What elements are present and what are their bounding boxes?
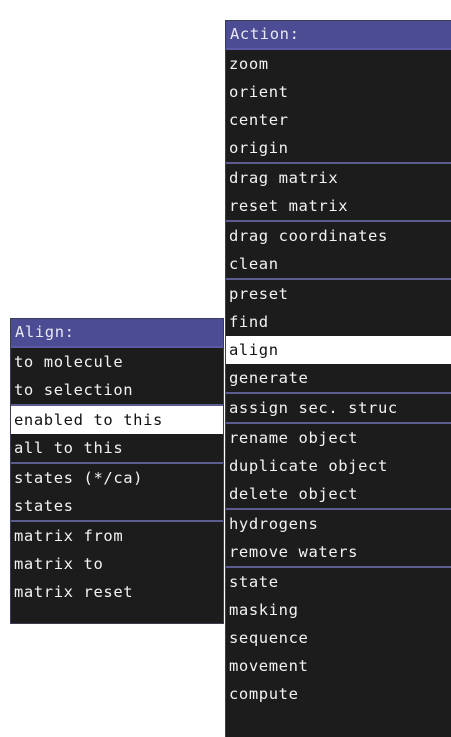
menu-item-find[interactable]: find <box>226 308 451 336</box>
menu-item-clean[interactable]: clean <box>226 250 451 278</box>
action-menu: Action: zoom orient center origin drag m… <box>225 20 451 737</box>
menu-item-delete-object[interactable]: delete object <box>226 480 451 508</box>
action-group-structure: assign sec. struc <box>226 394 451 424</box>
menu-item-masking[interactable]: masking <box>226 596 451 624</box>
action-group-tools: preset find align generate <box>226 280 451 394</box>
align-menu-title: Align: <box>11 319 223 348</box>
action-group-hydrogens: hydrogens remove waters <box>226 510 451 568</box>
align-group-matrix: matrix from matrix to matrix reset <box>11 522 223 606</box>
action-group-coordinates: drag coordinates clean <box>226 222 451 280</box>
menu-item-rename-object[interactable]: rename object <box>226 424 451 452</box>
menu-item-assign-sec-struc[interactable]: assign sec. struc <box>226 394 451 422</box>
menu-item-matrix-from[interactable]: matrix from <box>11 522 223 550</box>
menu-item-align[interactable]: align <box>226 336 451 364</box>
menu-item-states-ca[interactable]: states (*/ca) <box>11 464 223 492</box>
menu-item-hydrogens[interactable]: hydrogens <box>226 510 451 538</box>
action-group-misc: state masking sequence movement compute <box>226 568 451 708</box>
menu-item-zoom[interactable]: zoom <box>226 50 451 78</box>
action-group-matrix: drag matrix reset matrix <box>226 164 451 222</box>
align-group-target: to molecule to selection <box>11 348 223 406</box>
menu-item-remove-waters[interactable]: remove waters <box>226 538 451 566</box>
align-group-states: states (*/ca) states <box>11 464 223 522</box>
menu-item-origin[interactable]: origin <box>226 134 451 162</box>
menu-item-enabled-to-this[interactable]: enabled to this <box>11 406 223 434</box>
menu-item-sequence[interactable]: sequence <box>226 624 451 652</box>
action-group-object: rename object duplicate object delete ob… <box>226 424 451 510</box>
menu-item-generate[interactable]: generate <box>226 364 451 392</box>
menu-item-duplicate-object[interactable]: duplicate object <box>226 452 451 480</box>
menu-item-preset[interactable]: preset <box>226 280 451 308</box>
menu-item-drag-coordinates[interactable]: drag coordinates <box>226 222 451 250</box>
menu-item-orient[interactable]: orient <box>226 78 451 106</box>
action-menu-title: Action: <box>226 21 451 50</box>
menu-item-compute[interactable]: compute <box>226 680 451 708</box>
menu-item-all-to-this[interactable]: all to this <box>11 434 223 462</box>
menu-item-matrix-reset[interactable]: matrix reset <box>11 578 223 606</box>
align-group-this: enabled to this all to this <box>11 406 223 464</box>
align-submenu: Align: to molecule to selection enabled … <box>10 318 224 624</box>
menu-item-state[interactable]: state <box>226 568 451 596</box>
menu-item-center[interactable]: center <box>226 106 451 134</box>
menu-item-states[interactable]: states <box>11 492 223 520</box>
menu-item-to-selection[interactable]: to selection <box>11 376 223 404</box>
menu-item-matrix-to[interactable]: matrix to <box>11 550 223 578</box>
action-group-view: zoom orient center origin <box>226 50 451 164</box>
menu-item-drag-matrix[interactable]: drag matrix <box>226 164 451 192</box>
menu-item-to-molecule[interactable]: to molecule <box>11 348 223 376</box>
menu-item-movement[interactable]: movement <box>226 652 451 680</box>
menu-item-reset-matrix[interactable]: reset matrix <box>226 192 451 220</box>
